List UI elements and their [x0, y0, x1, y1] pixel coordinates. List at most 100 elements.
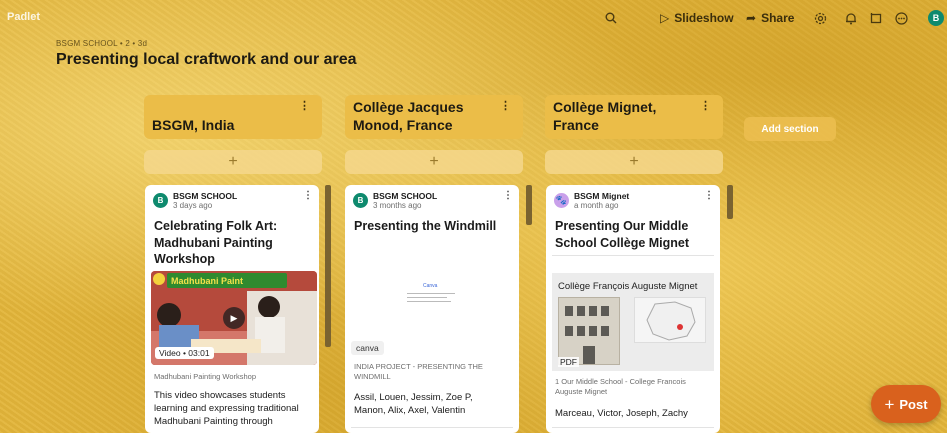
section-menu-icon[interactable]: ⋮ [299, 99, 310, 112]
post-menu-icon[interactable]: ⋮ [503, 190, 513, 201]
post-body-line: Madhubani Painting through [154, 416, 273, 427]
building-window [565, 326, 573, 336]
add-post-button[interactable]: + [144, 150, 322, 174]
share-label: Share [761, 11, 795, 25]
post-body: Assil, Louen, Jessim, Zoe P, Manon, Alix… [354, 391, 516, 417]
post-card[interactable]: B BSGM SCHOOL 3 days ago ⋮ Celebrating F… [145, 185, 319, 433]
share-arrow-icon: ➦ [746, 11, 757, 25]
slideshow-button[interactable]: ▷ Slideshow [660, 8, 734, 28]
post-author: B BSGM SCHOOL 3 days ago [153, 191, 237, 211]
thumb-line [407, 301, 451, 302]
post-author: B BSGM SCHOOL 3 months ago [353, 191, 437, 211]
bell-icon[interactable] [843, 9, 859, 27]
map-image [634, 297, 706, 343]
building-window [601, 306, 609, 316]
slideshow-label: Slideshow [674, 11, 734, 25]
section-title-line: France [553, 117, 599, 133]
section-menu-icon[interactable]: ⋮ [700, 99, 711, 112]
section-title: Collège Mignet, France [553, 98, 656, 134]
more-options-icon[interactable] [893, 9, 909, 27]
caption-line: INDIA PROJECT - PRESENTING THE [354, 362, 483, 371]
add-post-button[interactable]: + [345, 150, 523, 174]
post-time: 3 months ago [373, 201, 422, 210]
share-button[interactable]: ➦ Share [746, 8, 794, 28]
building-window [589, 306, 597, 316]
post-title-line: Presenting the Windmill [354, 219, 497, 233]
new-post-button[interactable]: + Post [871, 385, 941, 423]
badge-icon [153, 273, 165, 285]
section-menu-icon[interactable]: ⋮ [500, 99, 511, 112]
section-header-college-mignet[interactable]: Collège Mignet, France ⋮ [545, 95, 723, 139]
attachment-caption: INDIA PROJECT - PRESENTING THE WINDMILL [354, 362, 514, 382]
building-window [589, 326, 597, 336]
top-bar: Padlet ▷ Slideshow ➦ Share B [0, 0, 947, 36]
section-title-line: Monod, France [353, 117, 453, 133]
divider [351, 427, 513, 428]
post-menu-icon[interactable]: ⋮ [303, 190, 313, 201]
post-menu-icon[interactable]: ⋮ [704, 190, 714, 201]
caption-line: WINDMILL [354, 372, 391, 381]
section-title-line: Collège Jacques [353, 99, 464, 115]
column-scrollbar[interactable] [325, 185, 331, 347]
author-name: BSGM Mignet [574, 191, 630, 201]
new-post-label: Post [899, 396, 928, 412]
author-avatar: B [153, 193, 168, 208]
building-window [601, 326, 609, 336]
search-icon[interactable] [603, 9, 619, 27]
building-window [577, 306, 585, 316]
gear-icon[interactable] [812, 9, 828, 27]
pdf-preview-title: Collège François Auguste Mignet [558, 281, 698, 292]
attachment-caption: Madhubani Painting Workshop [154, 372, 257, 381]
add-post-button[interactable]: + [545, 150, 723, 174]
add-section-button[interactable]: Add section [744, 117, 836, 141]
author-avatar: 🐾 [554, 193, 569, 208]
section-title: BSGM, India [152, 116, 234, 134]
thumb-line [407, 293, 455, 294]
post-title: Presenting the Windmill [354, 218, 514, 235]
post-card[interactable]: 🐾 BSGM Mignet a month ago ⋮ Presenting O… [546, 185, 720, 433]
play-outline-icon: ▷ [660, 11, 670, 25]
padlet-logo[interactable]: Padlet [7, 11, 40, 23]
post-title-line: Presenting Our Middle [555, 219, 689, 233]
play-icon[interactable]: ▶ [223, 307, 245, 329]
video-attachment[interactable]: Madhubani Paint ▶ Video • 03:01 [151, 271, 317, 365]
post-title: Presenting Our Middle School Collège Mig… [555, 218, 715, 251]
thumb-line [407, 297, 447, 298]
divider [552, 255, 714, 256]
post-body-line: This video showcases students [154, 390, 286, 401]
post-title-line: Celebrating Folk Art: [154, 219, 278, 233]
pdf-attachment[interactable]: Collège François Auguste Mignet PDF [552, 273, 714, 371]
plus-icon: + [429, 153, 439, 170]
map-pin-icon [677, 324, 683, 330]
remake-icon[interactable] [868, 9, 884, 27]
section-header-college-jacques-monod[interactable]: Collège Jacques Monod, France ⋮ [345, 95, 523, 139]
section-title-line: Collège Mignet, [553, 99, 657, 115]
section-header-bsgm-india[interactable]: BSGM, India ⋮ [144, 95, 322, 139]
france-map-outline [646, 301, 696, 341]
caption-line: Auguste Mignet [555, 387, 608, 396]
post-body: Marceau, Victor, Joseph, Zachy [555, 407, 717, 420]
caption-line: 1 Our Middle School - College Francois [555, 377, 686, 386]
post-time: a month ago [574, 201, 619, 210]
building-door [583, 346, 595, 364]
plus-icon: + [629, 153, 639, 170]
post-time: 3 days ago [173, 201, 213, 210]
author-name: BSGM SCHOOL [373, 191, 438, 201]
author-name: BSGM SCHOOL [173, 191, 238, 201]
post-author: 🐾 BSGM Mignet a month ago [554, 191, 629, 211]
board-breadcrumb: BSGM SCHOOL • 2 • 3d [56, 39, 148, 48]
building-image [558, 297, 620, 365]
column-scrollbar[interactable] [727, 185, 733, 219]
post-title-line: Madhubani Painting [154, 235, 273, 250]
building-window [565, 306, 573, 316]
post-card[interactable]: B BSGM SCHOOL 3 months ago ⋮ Presenting … [345, 185, 519, 433]
column-scrollbar[interactable] [526, 185, 532, 225]
post-body-line: Marceau, Victor, Joseph, Zachy [555, 408, 688, 419]
board-title: Presenting local craftwork and our area [56, 51, 357, 68]
attachment-caption: 1 Our Middle School - College Francois A… [555, 377, 715, 397]
post-title-line: School Collège Mignet [555, 235, 690, 250]
canva-thumbnail: Canva [401, 279, 461, 309]
link-type-chip: canva [351, 341, 384, 355]
user-avatar[interactable]: B [928, 10, 944, 26]
post-title: Celebrating Folk Art: Madhubani Painting… [154, 218, 314, 268]
